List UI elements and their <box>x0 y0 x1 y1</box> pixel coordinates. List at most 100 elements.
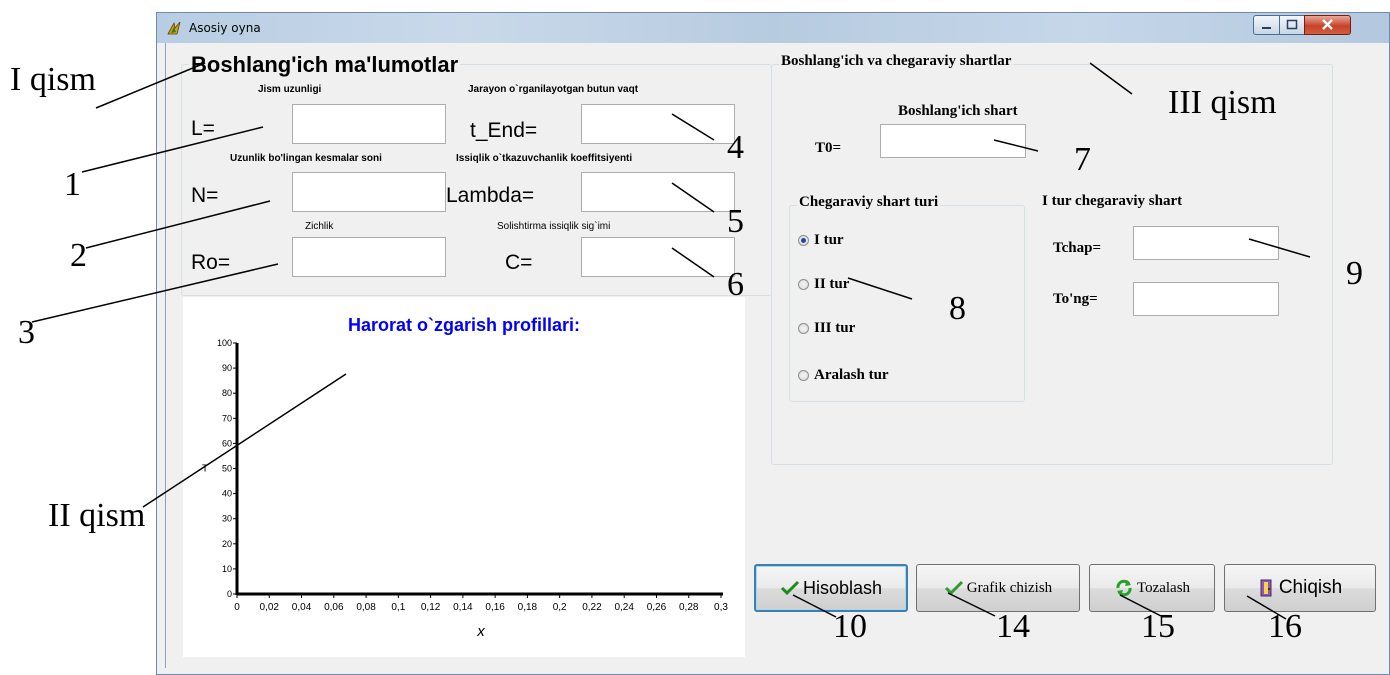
t-end-label: t_End= <box>470 119 538 142</box>
title-bar[interactable]: Asosiy oyna <box>157 13 1389 43</box>
x-tick-label: 0,26 <box>647 602 667 613</box>
x-axis-label: x <box>476 623 485 640</box>
close-icon <box>1322 19 1333 30</box>
annotation-number: 8 <box>949 290 966 327</box>
x-tick-label: 0,2 <box>553 602 567 613</box>
radio-type-2[interactable]: II tur <box>798 276 849 293</box>
radio-mixed[interactable]: Aralash tur <box>798 367 889 384</box>
exit-button[interactable]: Chiqish <box>1224 564 1376 612</box>
check-icon <box>780 580 800 596</box>
radio-type-2-label: II tur <box>814 276 850 292</box>
y-tick-label: 10 <box>222 564 232 574</box>
chart-plot: 0 10 20 30 40 50 60 70 80 90 100 0 0,02 0,04 0,06 0,08 0… <box>202 338 728 640</box>
tong-label: To'ng= <box>1053 291 1098 307</box>
x-tick-label: 0,16 <box>485 602 505 613</box>
radio-type-3[interactable]: III tur <box>798 320 855 337</box>
minimize-icon <box>1262 27 1271 29</box>
first-type-caption: I tur chegaraviy shart <box>1042 193 1183 209</box>
annotation-number: 15 <box>1141 608 1175 645</box>
annotation-number: 1 <box>64 166 81 203</box>
segments-label: N= <box>191 184 219 207</box>
radio-type-1[interactable]: I tur <box>798 232 844 249</box>
x-tick-label: 0,28 <box>679 602 699 613</box>
minimize-button[interactable] <box>1253 15 1280 35</box>
lambda-label: Lambda= <box>446 184 535 207</box>
window-title: Asosiy oyna <box>189 21 261 35</box>
exit-door-icon <box>1260 579 1272 597</box>
annotation-number: 6 <box>727 266 744 303</box>
lambda-caption: Issiqlik o`tkazuvchanlik koeffitsiyenti <box>456 153 633 164</box>
x-tick-label: 0,02 <box>260 602 280 613</box>
radio-mixed-label: Aralash tur <box>814 367 889 383</box>
y-axis-label: T <box>202 464 208 475</box>
annotation-part-2: II qism <box>48 497 146 534</box>
y-tick-label: 90 <box>222 363 232 373</box>
x-tick-label: 0,04 <box>292 602 312 613</box>
annotation-number: 2 <box>70 237 87 274</box>
x-tick-label: 0,18 <box>518 602 538 613</box>
length-caption: Jism uzunligi <box>258 84 322 95</box>
y-tick-label: 80 <box>222 388 232 398</box>
annotation-part-1: I qism <box>10 61 96 98</box>
initial-data-caption: Boshlang'ich ma'lumotlar <box>189 52 461 78</box>
annotation-part-3: III qism <box>1168 84 1277 121</box>
t-end-caption: Jarayon o`rganilayotgan butun vaqt <box>468 84 639 95</box>
annotation-number: 3 <box>18 314 35 351</box>
x-tick-label: 0 <box>234 602 240 613</box>
annotation-number: 9 <box>1346 255 1363 292</box>
maximize-icon <box>1286 19 1298 30</box>
annotation-number: 16 <box>1268 608 1302 645</box>
density-caption: Zichlik <box>305 221 334 232</box>
t0-input[interactable] <box>880 124 1026 158</box>
y-tick-label: 60 <box>222 438 232 448</box>
heat-capacity-caption: Solishtirma issiqlik sig`imi <box>497 221 611 232</box>
x-tick-label: 0,14 <box>453 602 473 613</box>
clear-label: Tozalash <box>1136 579 1191 596</box>
annotation-number: 10 <box>833 608 867 645</box>
refresh-icon <box>1116 579 1132 597</box>
tchap-input[interactable] <box>1133 226 1279 260</box>
t0-label: T0= <box>815 140 842 156</box>
heat-capacity-label: C= <box>505 251 533 274</box>
tong-input[interactable] <box>1133 282 1279 316</box>
x-tick-label: 0,1 <box>391 602 405 613</box>
plot-button[interactable]: Grafik chizish <box>916 564 1080 612</box>
annotation-number: 5 <box>727 203 744 240</box>
x-tick-label: 0,06 <box>324 602 344 613</box>
x-tick-label: 0,12 <box>421 602 441 613</box>
maximize-button[interactable] <box>1279 15 1305 35</box>
length-label: L= <box>191 117 215 140</box>
radio-selected-icon <box>798 235 809 246</box>
length-input[interactable] <box>292 104 446 144</box>
exit-label: Chiqish <box>1278 577 1343 598</box>
y-tick-label: 50 <box>222 464 232 474</box>
annotation-number: 4 <box>727 129 744 166</box>
density-label: Ro= <box>191 251 231 274</box>
annotation-number: 14 <box>996 608 1030 645</box>
close-button[interactable] <box>1304 15 1351 35</box>
y-tick-label: 40 <box>222 489 232 499</box>
radio-type-3-label: III tur <box>814 320 856 336</box>
y-tick-label: 100 <box>217 338 232 348</box>
clear-button[interactable]: Tozalash <box>1089 564 1215 612</box>
calculate-label: Hisoblash <box>802 577 883 598</box>
radio-unselected-icon <box>798 323 809 334</box>
y-tick-label: 70 <box>222 413 232 423</box>
conditions-caption: Boshlang'ich va chegaraviy shartlar <box>779 53 1014 70</box>
plot-label: Grafik chizish <box>966 579 1053 596</box>
t-end-input[interactable] <box>581 104 735 144</box>
check-icon <box>944 580 963 596</box>
x-tick-label: 0,3 <box>714 602 728 613</box>
annotation-number: 7 <box>1074 141 1091 178</box>
y-tick-label: 0 <box>227 589 232 599</box>
radio-unselected-icon <box>798 370 809 381</box>
heat-capacity-input[interactable] <box>581 237 735 277</box>
calculate-button[interactable]: Hisoblash <box>754 564 908 612</box>
density-input[interactable] <box>292 237 446 277</box>
x-tick-label: 0,08 <box>356 602 376 613</box>
y-tick-label: 30 <box>222 514 232 524</box>
radio-unselected-icon <box>798 279 809 290</box>
segments-input[interactable] <box>292 172 446 212</box>
lambda-input[interactable] <box>581 172 735 212</box>
boundary-type-caption: Chegaraviy shart turi <box>797 194 941 211</box>
